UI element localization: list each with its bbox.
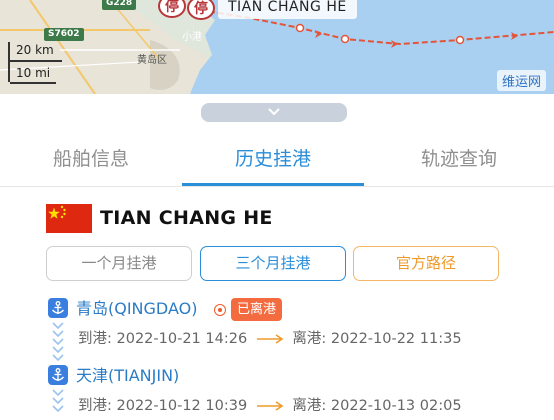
- depart-label: 离港:: [292, 398, 327, 414]
- tab-port-history[interactable]: 历史挂港: [182, 135, 364, 187]
- arrive-label: 到港:: [78, 398, 112, 414]
- arrive-label: 到港:: [78, 331, 112, 347]
- port-call-times: 到港: 2022-10-12 10:39 离港: 2022-10-13 02:0…: [78, 396, 462, 416]
- port-call-times: 到港: 2022-10-21 14:26 离港: 2022-10-22 11:3…: [78, 329, 462, 349]
- road-badge-g228: G228: [102, 0, 137, 10]
- arrive-time: 2022-10-21 14:26: [116, 331, 248, 347]
- vessel-name: TIAN CHANG HE: [100, 207, 273, 229]
- tab-track-query[interactable]: 轨迹查询: [364, 135, 554, 187]
- place-xiaogang: 小港: [182, 32, 202, 43]
- scale-line-mi: [10, 82, 56, 84]
- port-name[interactable]: 青岛(QINGDAO): [76, 299, 197, 319]
- official-route-button[interactable]: 官方路径: [353, 246, 499, 281]
- vessel-map[interactable]: G228 S7602 黄岛区 小港 20 km 10 mi TIAN CHANG…: [0, 0, 554, 94]
- depart-time: 2022-10-22 11:35: [330, 331, 462, 347]
- depart-label: 离港:: [292, 331, 327, 347]
- road-badge-s7602: S7602: [44, 28, 84, 41]
- scale-km: 20 km: [16, 43, 54, 57]
- one-month-calls-button[interactable]: 一个月挂港: [46, 246, 192, 281]
- active-tab-indicator: [182, 183, 364, 186]
- status-dot-icon: [214, 304, 226, 316]
- chevron-down-icon: [268, 108, 280, 116]
- port-stop-pin[interactable]: 停: [158, 0, 186, 24]
- status-badge: 已离港: [231, 298, 283, 321]
- scale-mi: 10 mi: [16, 66, 51, 80]
- port-stop-pin[interactable]: 停: [187, 0, 215, 26]
- tab-bar: 船舶信息 历史挂港 轨迹查询: [0, 135, 554, 187]
- three-month-calls-button[interactable]: 三个月挂港: [200, 246, 346, 281]
- ship-label[interactable]: TIAN CHANG HE: [218, 0, 357, 19]
- place-huangdao: 黄岛区: [137, 55, 167, 66]
- port-name[interactable]: 天津(TIANJIN): [76, 366, 179, 386]
- timeline-connector: [52, 322, 64, 362]
- arrive-time: 2022-10-12 10:39: [116, 398, 248, 414]
- anchor-icon: [48, 365, 68, 385]
- arrow-right-icon: [256, 334, 284, 344]
- china-flag-icon: [46, 204, 92, 233]
- scale-line-km: [10, 60, 62, 62]
- timeline-connector: [52, 389, 64, 413]
- anchor-icon: [48, 298, 68, 318]
- arrow-right-icon: [256, 401, 284, 411]
- depart-time: 2022-10-13 02:05: [330, 398, 462, 414]
- watermark-logo: 维运网: [496, 70, 546, 91]
- panel-collapse-handle[interactable]: [201, 103, 347, 122]
- tab-vessel-info[interactable]: 船舶信息: [0, 135, 182, 187]
